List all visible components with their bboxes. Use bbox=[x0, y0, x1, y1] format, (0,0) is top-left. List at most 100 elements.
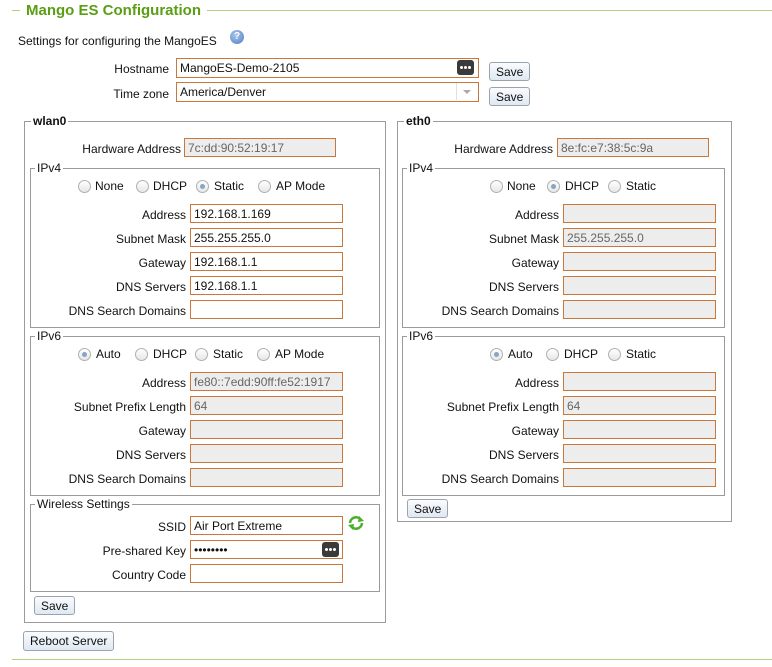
eth0-ipv6-static-radio[interactable] bbox=[608, 348, 621, 361]
eth0-ipv6-gateway-input bbox=[563, 420, 716, 439]
wlan0-ipv6-apmode-radio[interactable] bbox=[257, 348, 270, 361]
country-code-label: Country Code bbox=[111, 568, 186, 582]
timezone-label: Time zone bbox=[113, 87, 169, 101]
wlan0-hw-address bbox=[184, 138, 336, 157]
wlan0-ipv4-search-label: DNS Search Domains bbox=[68, 304, 186, 318]
wlan0-ipv6-dns-input bbox=[190, 444, 343, 463]
hostname-label: Hostname bbox=[114, 62, 169, 76]
wlan0-ipv6-static-radio[interactable] bbox=[195, 348, 208, 361]
ssid-input[interactable] bbox=[190, 516, 343, 535]
wlan0-ipv6-gateway-label: Gateway bbox=[138, 424, 186, 438]
wlan0-ipv4-dns-input[interactable] bbox=[190, 276, 343, 295]
eth0-ipv6-dns-input bbox=[563, 444, 716, 463]
eth0-ipv6-search-label: DNS Search Domains bbox=[441, 472, 559, 486]
page-subtitle: Settings for configuring the MangoES bbox=[18, 34, 217, 48]
wlan0-ipv4-static-radio[interactable] bbox=[196, 180, 209, 193]
chevron-down-icon[interactable] bbox=[456, 83, 476, 100]
eth0-ipv4-address-label: Address bbox=[514, 208, 559, 222]
eth0-ipv6-auto-label[interactable]: Auto bbox=[508, 347, 533, 361]
wlan0-ipv4-dhcp-radio[interactable] bbox=[136, 180, 149, 193]
wlan0-ipv4-legend: IPv4 bbox=[37, 161, 62, 175]
wlan0-ipv6-gateway-input bbox=[190, 420, 343, 439]
wlan0-ipv4-address-label: Address bbox=[141, 208, 186, 222]
wlan0-ipv4-address-input[interactable] bbox=[190, 204, 343, 223]
eth0-ipv4-search-label: DNS Search Domains bbox=[441, 304, 559, 318]
eth0-ipv6-prefix-input bbox=[563, 396, 716, 415]
wlan0-ipv6-dns-label: DNS Servers bbox=[115, 448, 186, 462]
wlan0-ipv6-legend: IPv6 bbox=[37, 329, 62, 343]
timezone-select[interactable] bbox=[176, 82, 479, 102]
eth0-ipv4-legend: IPv4 bbox=[409, 161, 434, 175]
wlan0-ipv6-prefix-input bbox=[190, 396, 343, 415]
eth0-ipv6-gateway-label: Gateway bbox=[511, 424, 559, 438]
eth0-title: eth0 bbox=[406, 114, 431, 128]
eth0-ipv6-address-label: Address bbox=[514, 376, 559, 390]
wlan0-ipv6-search-input bbox=[190, 468, 343, 487]
wireless-settings-legend: Wireless Settings bbox=[37, 497, 130, 511]
eth0-ipv4-dhcp-radio[interactable] bbox=[547, 180, 560, 193]
wlan0-ipv4-gateway-input[interactable] bbox=[190, 252, 343, 271]
eth0-ipv6-address-input bbox=[563, 372, 716, 391]
eth0-save-button[interactable]: Save bbox=[407, 499, 449, 518]
psk-edit-icon[interactable] bbox=[322, 542, 339, 557]
wlan0-ipv4-subnet-input[interactable] bbox=[190, 228, 343, 247]
eth0-ipv6-prefix-label: Subnet Prefix Length bbox=[446, 400, 559, 414]
eth0-ipv6-legend: IPv6 bbox=[409, 329, 434, 343]
wlan0-ipv4-subnet-label: Subnet Mask bbox=[115, 232, 186, 246]
eth0-ipv4-none-radio[interactable] bbox=[490, 180, 503, 193]
eth0-ipv4-search-input bbox=[563, 300, 716, 319]
eth0-ipv4-static-label[interactable]: Static bbox=[626, 179, 656, 193]
wlan0-save-button[interactable]: Save bbox=[34, 596, 76, 615]
wlan0-ipv4-gateway-label: Gateway bbox=[138, 256, 186, 270]
main-panel-bottom-border bbox=[12, 659, 772, 660]
wlan0-ipv6-auto-radio[interactable] bbox=[78, 348, 91, 361]
wlan0-ipv4-none-radio[interactable] bbox=[78, 180, 91, 193]
eth0-ipv6-dhcp-label[interactable]: DHCP bbox=[564, 347, 598, 361]
psk-label: Pre-shared Key bbox=[102, 544, 186, 558]
eth0-ipv4-dhcp-label[interactable]: DHCP bbox=[565, 179, 599, 193]
wlan0-ipv4-apmode-radio[interactable] bbox=[258, 180, 271, 193]
eth0-ipv6-dhcp-radio[interactable] bbox=[546, 348, 559, 361]
eth0-ipv4-static-radio[interactable] bbox=[608, 180, 621, 193]
wlan0-ipv6-dhcp-radio[interactable] bbox=[135, 348, 148, 361]
eth0-ipv6-search-input bbox=[563, 468, 716, 487]
eth0-ipv4-dns-input bbox=[563, 276, 716, 295]
eth0-ipv4-address-input bbox=[563, 204, 716, 223]
timezone-save-button[interactable]: Save bbox=[489, 87, 531, 106]
reboot-server-button[interactable]: Reboot Server bbox=[23, 631, 115, 651]
eth0-ipv6-auto-radio[interactable] bbox=[490, 348, 503, 361]
wlan0-ipv4-dns-label: DNS Servers bbox=[115, 280, 186, 294]
wlan0-ipv6-auto-label[interactable]: Auto bbox=[96, 347, 121, 361]
wlan0-ipv6-address-input bbox=[190, 372, 343, 391]
hostname-input[interactable] bbox=[176, 58, 479, 78]
help-icon[interactable]: ? bbox=[230, 30, 244, 44]
eth0-ipv4-gateway-label: Gateway bbox=[511, 256, 559, 270]
wlan0-ipv6-prefix-label: Subnet Prefix Length bbox=[73, 400, 186, 414]
eth0-ipv4-dns-label: DNS Servers bbox=[488, 280, 559, 294]
eth0-hw-label: Hardware Address bbox=[454, 142, 553, 156]
wlan0-ipv6-search-label: DNS Search Domains bbox=[68, 472, 186, 486]
hostname-save-button[interactable]: Save bbox=[489, 62, 531, 81]
wlan0-ipv4-none-label[interactable]: None bbox=[95, 179, 124, 193]
wlan0-hw-label: Hardware Address bbox=[82, 142, 181, 156]
hostname-edit-icon[interactable] bbox=[457, 60, 474, 75]
eth0-ipv4-none-label[interactable]: None bbox=[507, 179, 536, 193]
page-title: Mango ES Configuration bbox=[26, 2, 201, 19]
wlan0-ipv4-search-input[interactable] bbox=[190, 300, 343, 319]
wlan0-ipv6-static-label[interactable]: Static bbox=[213, 347, 243, 361]
refresh-icon[interactable] bbox=[347, 515, 365, 531]
wlan0-ipv4-dhcp-label[interactable]: DHCP bbox=[153, 179, 187, 193]
wlan0-title: wlan0 bbox=[33, 114, 67, 128]
wlan0-ipv6-apmode-label[interactable]: AP Mode bbox=[275, 347, 324, 361]
eth0-ipv6-dns-label: DNS Servers bbox=[488, 448, 559, 462]
wlan0-ipv4-static-label[interactable]: Static bbox=[214, 179, 244, 193]
wlan0-ipv6-dhcp-label[interactable]: DHCP bbox=[153, 347, 187, 361]
eth0-hw-address bbox=[557, 138, 709, 157]
wlan0-ipv6-address-label: Address bbox=[141, 376, 186, 390]
psk-input[interactable] bbox=[190, 540, 343, 559]
country-code-input[interactable] bbox=[190, 564, 343, 583]
eth0-ipv6-static-label[interactable]: Static bbox=[626, 347, 656, 361]
eth0-ipv4-subnet-label: Subnet Mask bbox=[488, 232, 559, 246]
wlan0-ipv4-apmode-label[interactable]: AP Mode bbox=[276, 179, 325, 193]
eth0-ipv4-subnet-input bbox=[563, 228, 716, 247]
